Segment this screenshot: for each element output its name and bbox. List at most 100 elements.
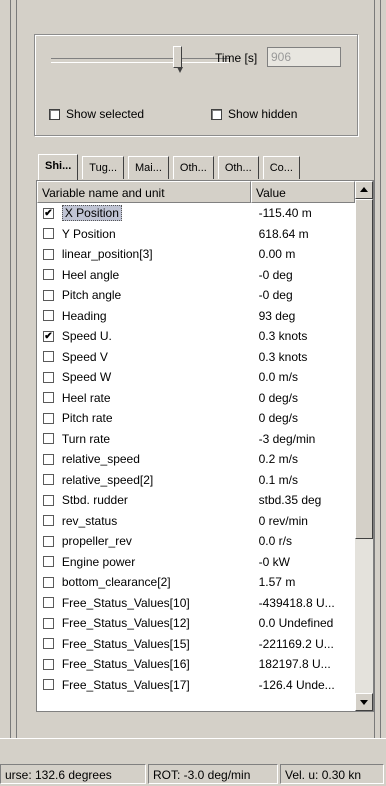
table-row[interactable]: linear_position[3] 0.00 m [37, 244, 355, 265]
row-checkbox[interactable] [43, 453, 54, 465]
variable-value: 0.0 Undefined [258, 616, 334, 631]
row-checkbox[interactable] [43, 351, 54, 363]
table-row[interactable]: Engine power -0 kW [37, 552, 355, 573]
status-rot: ROT: -3.0 deg/min [148, 764, 278, 784]
tab-other-1[interactable]: Oth... [172, 156, 214, 179]
variable-name: Stbd. rudder [61, 493, 128, 508]
table-header: Variable name and unit Value [37, 181, 355, 203]
row-checkbox[interactable] [43, 617, 54, 629]
tab-main[interactable]: Mai... [128, 156, 169, 179]
table-row[interactable]: Y Position 618.64 m [37, 224, 355, 245]
column-header-variable[interactable]: Variable name and unit [37, 181, 251, 203]
row-checkbox[interactable] [43, 269, 54, 281]
frame-border-left-inner [16, 0, 17, 738]
scroll-down-button[interactable] [355, 693, 373, 711]
table-row[interactable]: relative_speed[2] 0.1 m/s [37, 470, 355, 491]
variable-name: bottom_clearance[2] [61, 575, 171, 590]
variable-name: propeller_rev [61, 534, 132, 549]
row-checkbox[interactable] [43, 638, 54, 650]
variable-value: 0 deg/s [258, 411, 298, 426]
table-row[interactable]: Free_Status_Values[10] -439418.8 U... [37, 593, 355, 614]
show-selected-option[interactable]: Show selected [49, 107, 144, 121]
table-body: ✔ X Position -115.40 m Y Position 618.64 m li… [37, 203, 355, 695]
row-checkbox[interactable] [43, 535, 54, 547]
row-checkbox[interactable] [43, 658, 54, 670]
row-checkbox[interactable] [43, 433, 54, 445]
show-hidden-option[interactable]: Show hidden [211, 107, 297, 121]
variable-name: Pitch angle [61, 288, 122, 303]
table-row[interactable]: Turn rate -3 deg/min [37, 429, 355, 450]
row-checkbox[interactable] [43, 474, 54, 486]
variable-name: Y Position [61, 226, 116, 241]
table-row[interactable]: Pitch angle -0 deg [37, 285, 355, 306]
table-scrollbar[interactable] [355, 181, 373, 711]
row-checkbox[interactable] [43, 412, 54, 424]
time-slider-track[interactable] [51, 58, 229, 63]
scroll-thumb[interactable] [355, 199, 373, 539]
table-row[interactable]: ✔ Speed U. 0.3 knots [37, 326, 355, 347]
row-checkbox[interactable] [43, 494, 54, 506]
table-row[interactable]: Heel angle -0 deg [37, 265, 355, 286]
table-row[interactable]: Heading 93 deg [37, 306, 355, 327]
table-row[interactable]: Speed V 0.3 knots [37, 347, 355, 368]
variable-value: 0.00 m [258, 247, 296, 262]
table-row[interactable]: Pitch rate 0 deg/s [37, 408, 355, 429]
show-selected-checkbox[interactable] [49, 108, 60, 120]
row-checkbox[interactable] [43, 248, 54, 260]
table-row[interactable]: relative_speed 0.2 m/s [37, 449, 355, 470]
show-hidden-label: Show hidden [228, 107, 298, 121]
tab-tugs[interactable]: Tug... [82, 156, 124, 179]
time-controls-group: Time [s] 906 Show selected Show hidden [34, 34, 358, 136]
variable-value: 0.0 r/s [258, 534, 292, 549]
table-row[interactable]: Stbd. rudder stbd.35 deg [37, 490, 355, 511]
variable-value: -0 deg [258, 267, 293, 282]
scroll-up-button[interactable] [355, 181, 373, 199]
show-hidden-checkbox[interactable] [211, 108, 222, 120]
row-checkbox[interactable] [43, 289, 54, 301]
variable-name: linear_position[3] [61, 247, 153, 262]
column-header-value[interactable]: Value [251, 181, 355, 203]
row-checkbox[interactable]: ✔ [43, 207, 54, 219]
table-row[interactable]: Free_Status_Values[12] 0.0 Undefined [37, 613, 355, 634]
table-row[interactable]: rev_status 0 rev/min [37, 511, 355, 532]
table-row[interactable]: bottom_clearance[2] 1.57 m [37, 572, 355, 593]
row-checkbox[interactable] [43, 515, 54, 527]
table-row[interactable]: Heel rate 0 deg/s [37, 388, 355, 409]
table-row[interactable]: propeller_rev 0.0 r/s [37, 531, 355, 552]
variable-value: -3 deg/min [258, 431, 316, 446]
row-checkbox[interactable] [43, 597, 54, 609]
variable-value: 618.64 m [258, 226, 309, 241]
variable-value: 0.1 m/s [258, 472, 298, 487]
variable-value: 182197.8 U... [258, 657, 331, 672]
variable-value: 0.3 knots [258, 349, 308, 364]
tab-co[interactable]: Co... [262, 156, 300, 179]
table-row[interactable]: Speed W 0.0 m/s [37, 367, 355, 388]
variable-name: Engine power [61, 554, 136, 569]
row-checkbox[interactable] [43, 392, 54, 404]
status-course: urse: 132.6 degrees [0, 764, 146, 784]
row-checkbox[interactable] [43, 679, 54, 691]
time-input[interactable]: 906 [267, 47, 341, 67]
row-checkbox[interactable] [43, 556, 54, 568]
tab-other-2[interactable]: Oth... [217, 156, 259, 179]
row-checkbox[interactable] [43, 576, 54, 588]
table-row[interactable]: ✔ X Position -115.40 m [37, 203, 355, 224]
variable-value: -0 deg [258, 288, 293, 303]
variable-value: -221169.2 U... [258, 636, 334, 651]
variable-value: 0.0 m/s [258, 370, 298, 385]
variable-name: relative_speed [61, 452, 140, 467]
row-checkbox[interactable] [43, 371, 54, 383]
table-row[interactable]: Free_Status_Values[15] -221169.2 U... [37, 634, 355, 655]
variable-value: 0.3 knots [258, 329, 308, 344]
row-checkbox[interactable] [43, 228, 54, 240]
row-checkbox[interactable]: ✔ [43, 330, 54, 342]
variable-name: Speed V [61, 349, 108, 364]
row-checkbox[interactable] [43, 310, 54, 322]
variable-value: 1.57 m [258, 575, 296, 590]
tab-ships[interactable]: Shi... [38, 154, 79, 181]
time-slider-thumb[interactable] [173, 46, 183, 73]
bottom-toolbar [0, 738, 386, 765]
table-row[interactable]: Free_Status_Values[17] -126.4 Unde... [37, 675, 355, 696]
variable-name: Speed U. [61, 329, 112, 344]
table-row[interactable]: Free_Status_Values[16] 182197.8 U... [37, 654, 355, 675]
